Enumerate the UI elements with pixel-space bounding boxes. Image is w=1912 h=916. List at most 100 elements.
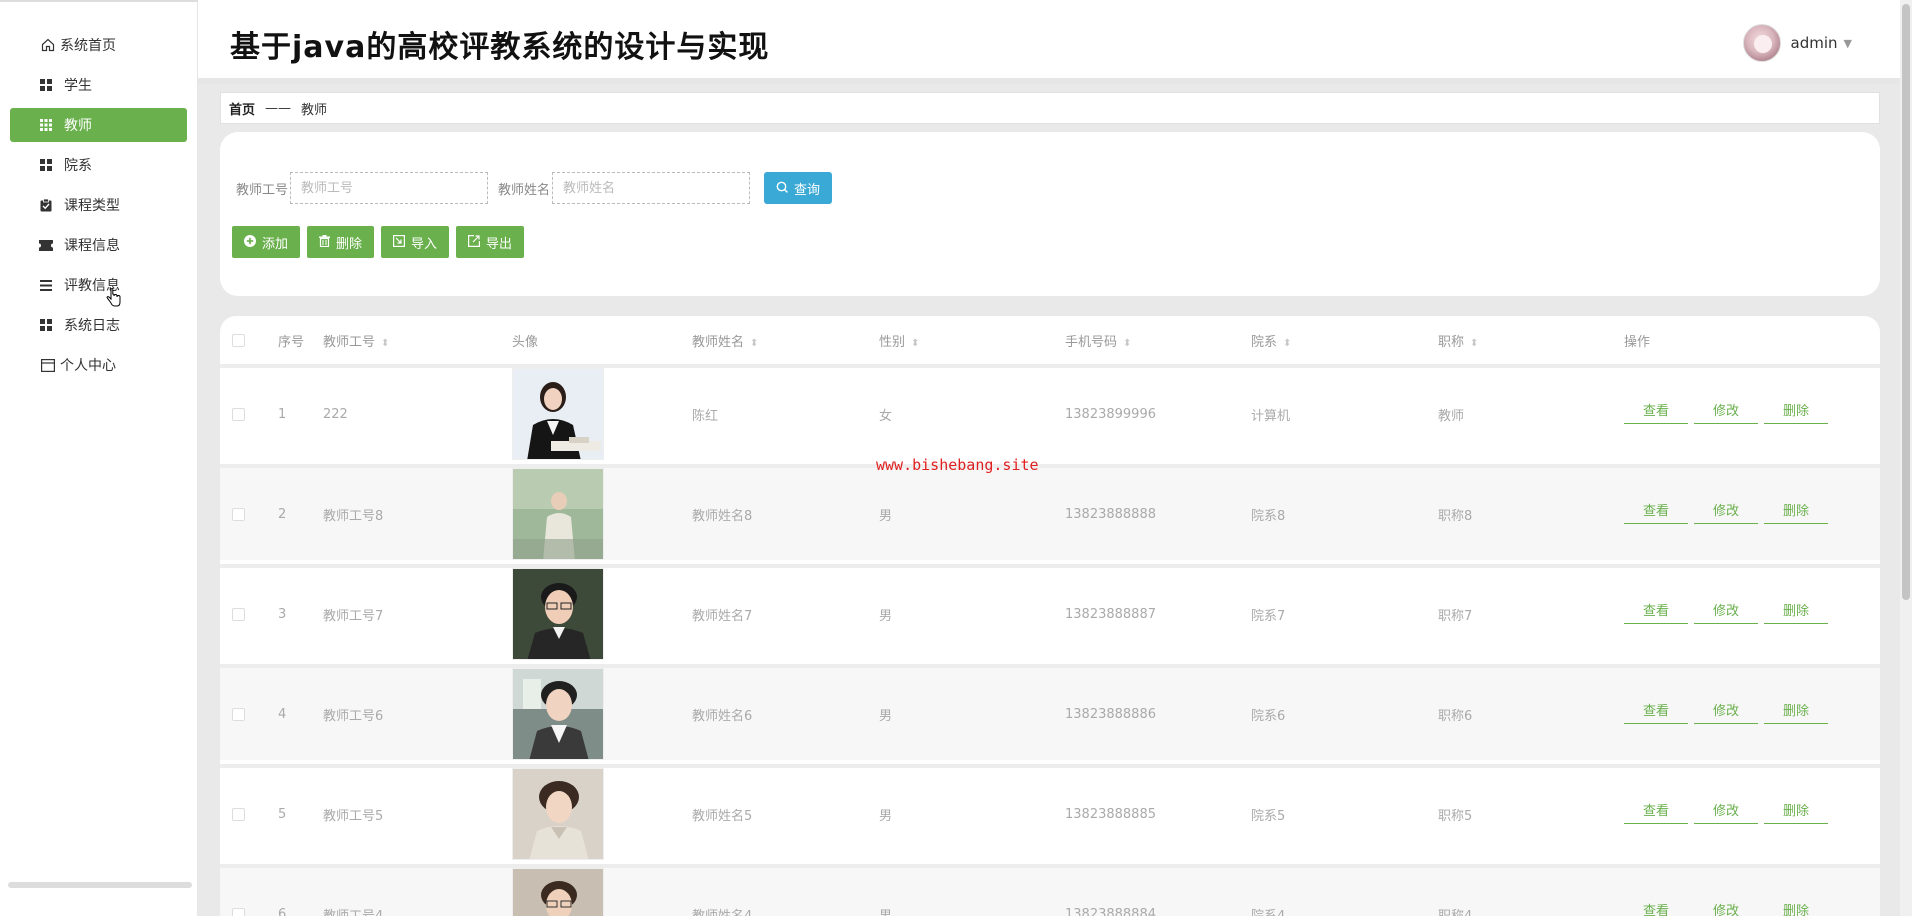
list-icon	[38, 277, 54, 293]
select-all-checkbox[interactable]	[232, 333, 245, 347]
sidebar-item-label: 课程信息	[64, 238, 120, 254]
header-teacher-name[interactable]: 教师姓名 ⬍	[692, 331, 758, 350]
view-button[interactable]: 查看	[1624, 596, 1688, 624]
teacher-photo	[512, 568, 604, 660]
cell-photo	[512, 668, 604, 760]
cell-teacher-id: 教师工号4	[323, 908, 384, 916]
row-checkbox[interactable]	[232, 568, 245, 660]
sidebar-scrollbar[interactable]	[8, 882, 192, 888]
header-teacher-id[interactable]: 教师工号 ⬍	[323, 331, 389, 350]
delete-row-button[interactable]: 删除	[1764, 596, 1828, 624]
table-row: 6 教师工号4 教师姓名4 男 13823888884 院系4 职称4 查看 修…	[220, 864, 1880, 916]
grid-icon	[38, 317, 54, 333]
cell-title: 职称5	[1438, 808, 1473, 824]
breadcrumb-home[interactable]: 首页	[229, 99, 255, 118]
view-button[interactable]: 查看	[1624, 896, 1688, 916]
delete-row-button[interactable]: 删除	[1764, 896, 1828, 916]
cell-department: 院系8	[1251, 508, 1286, 524]
sort-icon[interactable]: ⬍	[381, 338, 389, 349]
cell-teacher-name: 教师姓名4	[692, 908, 753, 916]
avatar[interactable]	[1742, 24, 1781, 62]
import-button[interactable]: 导入	[381, 226, 450, 258]
sidebar-item-teacher[interactable]: 教师	[10, 108, 187, 142]
view-button[interactable]: 查看	[1624, 496, 1688, 524]
sidebar-item-label: 教师	[64, 118, 92, 134]
view-button[interactable]: 查看	[1624, 796, 1688, 824]
header-title-label: 职称	[1438, 334, 1465, 350]
header-phone-label: 手机号码	[1065, 334, 1118, 350]
header-title[interactable]: 职称 ⬍	[1438, 331, 1478, 350]
import-icon	[393, 234, 406, 250]
row-checkbox[interactable]	[232, 868, 245, 916]
cell-teacher-id: 222	[323, 406, 348, 422]
grid-icon	[38, 157, 54, 173]
table-row: 4 教师工号6 教师姓名6 男 13823888886 院系6 职称6 查看 修…	[220, 664, 1880, 760]
cell-title: 职称6	[1438, 708, 1473, 724]
export-button[interactable]: 导出	[456, 226, 525, 258]
sort-icon[interactable]: ⬍	[1123, 338, 1131, 349]
sidebar-item-department[interactable]: 院系	[10, 148, 187, 182]
delete-row-button[interactable]: 删除	[1764, 696, 1828, 724]
breadcrumb-current: 教师	[301, 102, 328, 118]
row-checkbox[interactable]	[232, 768, 245, 860]
delete-row-button[interactable]: 删除	[1764, 796, 1828, 824]
cell-no: 1	[278, 406, 287, 422]
row-checkbox[interactable]	[232, 468, 245, 560]
cell-actions: 查看 修改 删除	[1624, 464, 1834, 556]
sort-icon[interactable]: ⬍	[750, 338, 758, 349]
header: 基于java的高校评教系统的设计与实现 admin ▼	[198, 0, 1912, 84]
edit-button[interactable]: 修改	[1694, 596, 1758, 624]
sidebar-item-label: 系统首页	[60, 38, 116, 54]
trash-icon	[319, 234, 331, 250]
table-row: 1 222 陈红 女 13823899996 计算机 教师 查看 修改 删除	[220, 364, 1880, 460]
cell-teacher-name: 教师姓名7	[692, 608, 753, 624]
sort-icon[interactable]: ⬍	[911, 338, 919, 349]
edit-button[interactable]: 修改	[1694, 496, 1758, 524]
add-button[interactable]: 添加	[232, 226, 301, 258]
cell-photo	[512, 868, 604, 916]
cell-actions: 查看 修改 删除	[1624, 664, 1834, 756]
sidebar-item-home[interactable]: 系统首页	[10, 28, 187, 62]
query-button[interactable]: 查询	[764, 172, 833, 204]
edit-button[interactable]: 修改	[1694, 696, 1758, 724]
edit-button[interactable]: 修改	[1694, 396, 1758, 424]
query-button-label: 查询	[794, 181, 821, 197]
page-scrollbar[interactable]	[1900, 0, 1912, 916]
caret-down-icon[interactable]: ▼	[1844, 37, 1852, 50]
delete-row-button[interactable]: 删除	[1764, 396, 1828, 424]
row-checkbox[interactable]	[232, 668, 245, 760]
cell-teacher-name: 教师姓名6	[692, 708, 753, 724]
view-button[interactable]: 查看	[1624, 396, 1688, 424]
cell-phone: 13823888884	[1065, 906, 1156, 916]
teacher-id-input[interactable]	[290, 172, 489, 204]
cell-department: 计算机	[1251, 408, 1291, 424]
sidebar-item-system-log[interactable]: 系统日志	[10, 308, 187, 342]
scrollbar-thumb[interactable]	[1902, 4, 1910, 600]
sidebar-item-course-type[interactable]: 课程类型	[10, 188, 187, 222]
sidebar-item-course-info[interactable]: 课程信息	[10, 228, 187, 262]
delete-row-button[interactable]: 删除	[1764, 496, 1828, 524]
header-phone[interactable]: 手机号码 ⬍	[1065, 331, 1131, 350]
sidebar-item-evaluation[interactable]: 评教信息	[10, 268, 187, 307]
view-button[interactable]: 查看	[1624, 696, 1688, 724]
sort-icon[interactable]: ⬍	[1283, 338, 1291, 349]
cell-no: 4	[278, 706, 287, 722]
teacher-name-label: 教师姓名	[498, 182, 551, 198]
plus-circle-icon	[244, 234, 256, 250]
header-department[interactable]: 院系 ⬍	[1251, 331, 1291, 350]
sidebar-item-student[interactable]: 学生	[10, 68, 187, 102]
search-panel: 教师工号 教师姓名 查询 添加 删除 导入	[220, 132, 1880, 296]
sidebar-item-personal-center[interactable]: 个人中心	[10, 348, 187, 382]
cell-gender: 女	[879, 408, 893, 424]
user-menu[interactable]: admin ▼	[1742, 24, 1852, 62]
edit-button[interactable]: 修改	[1694, 796, 1758, 824]
sort-icon[interactable]: ⬍	[1470, 338, 1478, 349]
delete-button[interactable]: 删除	[307, 226, 375, 258]
row-checkbox[interactable]	[232, 368, 245, 460]
header-gender[interactable]: 性别 ⬍	[879, 331, 919, 350]
edit-button[interactable]: 修改	[1694, 896, 1758, 916]
sidebar-top-line	[0, 0, 198, 2]
user-name[interactable]: admin	[1791, 34, 1838, 52]
home-icon	[40, 37, 56, 53]
teacher-name-input[interactable]	[552, 172, 751, 204]
